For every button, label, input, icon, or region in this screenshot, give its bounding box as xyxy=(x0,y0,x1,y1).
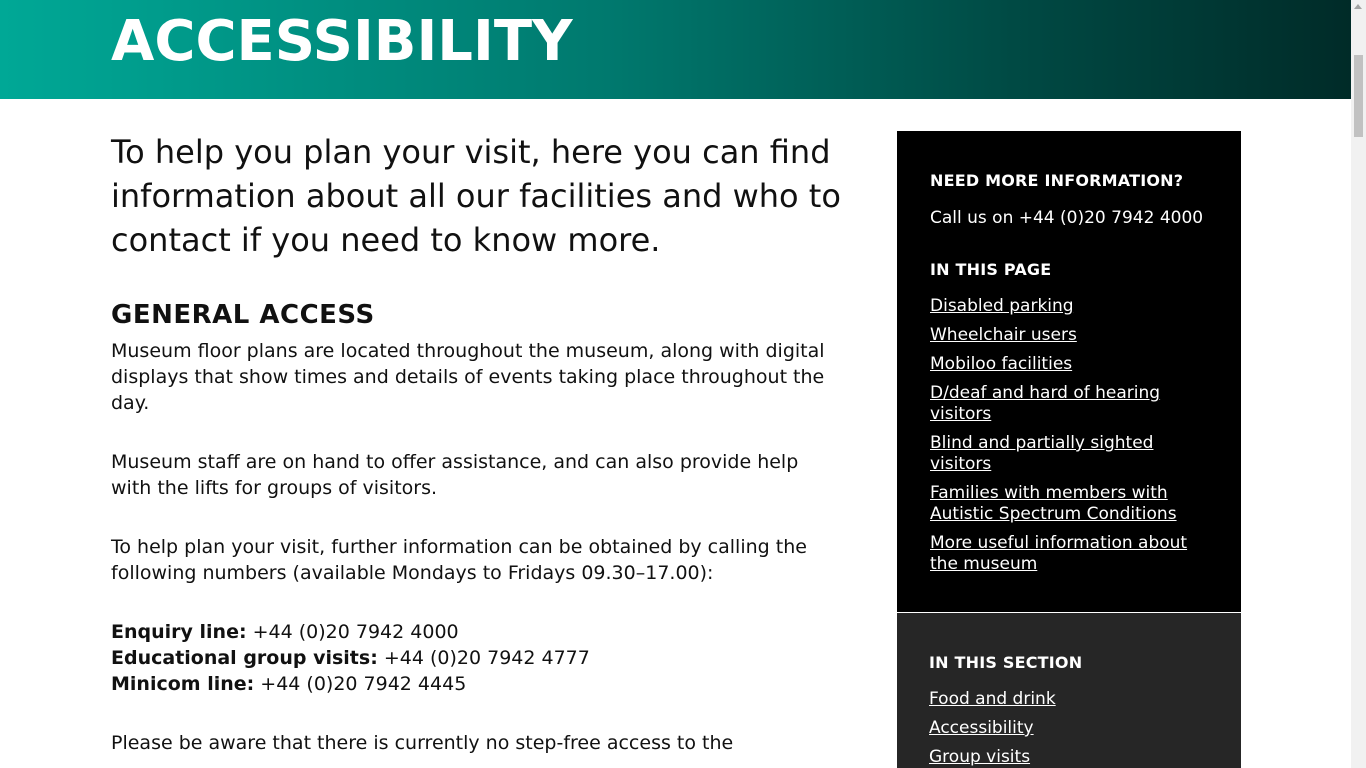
contact-row-enquiry: Enquiry line: +44 (0)20 7942 4000 xyxy=(111,619,841,645)
section-heading-general-access: GENERAL ACCESS xyxy=(111,300,375,330)
section-nav-box: IN THIS SECTION Food and drink Accessibi… xyxy=(897,612,1241,768)
in-this-section-list: Food and drink Accessibility Group visit… xyxy=(929,689,1209,768)
contact-label: Educational group visits: xyxy=(111,647,378,669)
contact-row-group-visits: Educational group visits: +44 (0)20 7942… xyxy=(111,645,841,671)
contact-numbers: Enquiry line: +44 (0)20 7942 4000 Educat… xyxy=(111,619,841,697)
paragraph: Museum floor plans are located throughou… xyxy=(111,340,825,414)
info-box-phone: Call us on +44 (0)20 7942 4000 xyxy=(930,208,1204,228)
page-scrollbar[interactable] xyxy=(1351,0,1366,768)
link-food-and-drink[interactable]: Food and drink xyxy=(929,689,1056,709)
link-mobiloo-facilities[interactable]: Mobiloo facilities xyxy=(930,354,1072,374)
link-deaf-hard-of-hearing[interactable]: D/deaf and hard of hearing visitors xyxy=(930,383,1160,424)
scrollbar-thumb[interactable] xyxy=(1354,55,1363,137)
link-wheelchair-users[interactable]: Wheelchair users xyxy=(930,325,1077,345)
intro-text: To help you plan your visit, here you ca… xyxy=(111,133,841,259)
contact-row-minicom: Minicom line: +44 (0)20 7942 4445 xyxy=(111,671,841,697)
link-group-visits[interactable]: Group visits xyxy=(929,747,1030,767)
page-hero: ACCESSIBILITY xyxy=(0,0,1351,99)
link-disabled-parking[interactable]: Disabled parking xyxy=(930,296,1074,316)
contact-value: +44 (0)20 7942 4000 xyxy=(246,621,459,643)
in-this-section-title: IN THIS SECTION xyxy=(929,653,1083,672)
sidebar: NEED MORE INFORMATION? Call us on +44 (0… xyxy=(897,131,1241,768)
link-autistic-spectrum[interactable]: Families with members with Autistic Spec… xyxy=(930,483,1177,524)
contact-value: +44 (0)20 7942 4777 xyxy=(377,647,590,669)
info-box-title: NEED MORE INFORMATION? xyxy=(930,171,1184,190)
paragraph: To help plan your visit, further informa… xyxy=(111,536,807,584)
in-this-page-list: Disabled parking Wheelchair users Mobilo… xyxy=(930,296,1209,575)
scroll-up-arrow-icon[interactable] xyxy=(1354,4,1362,9)
contact-value: +44 (0)20 7942 4445 xyxy=(254,673,467,695)
page-title: ACCESSIBILITY xyxy=(111,9,573,74)
contact-label: Minicom line: xyxy=(111,673,255,695)
paragraph: Museum staff are on hand to offer assist… xyxy=(111,451,799,499)
link-accessibility[interactable]: Accessibility xyxy=(929,718,1034,738)
contact-label: Enquiry line: xyxy=(111,621,247,643)
link-more-useful-information[interactable]: More useful information about the museum xyxy=(930,533,1187,574)
info-box: NEED MORE INFORMATION? Call us on +44 (0… xyxy=(897,131,1241,612)
link-blind-partially-sighted[interactable]: Blind and partially sighted visitors xyxy=(930,433,1153,474)
in-this-page-title: IN THIS PAGE xyxy=(930,260,1052,279)
main-content: To help you plan your visit, here you ca… xyxy=(111,130,841,756)
paragraph: Please be aware that there is currently … xyxy=(111,732,734,754)
